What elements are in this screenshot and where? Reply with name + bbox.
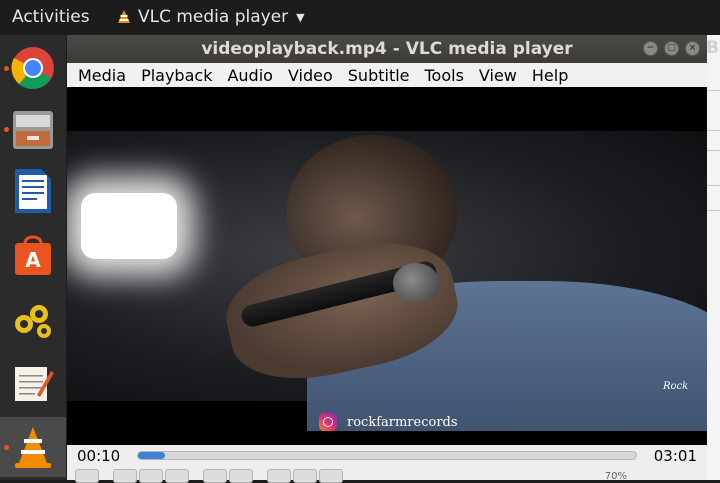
chrome-icon bbox=[11, 47, 54, 89]
menu-audio[interactable]: Audio bbox=[227, 66, 272, 85]
dock-item-writer[interactable] bbox=[0, 161, 66, 221]
microphone-head bbox=[393, 263, 439, 303]
playlist-button[interactable] bbox=[267, 469, 291, 483]
elapsed-time: 00:10 bbox=[77, 447, 121, 465]
volume-level: 70% bbox=[604, 471, 627, 482]
previous-button[interactable] bbox=[113, 469, 137, 483]
background-window bbox=[707, 35, 720, 480]
svg-text:A: A bbox=[25, 248, 41, 272]
top-bar: Activities VLC media player ▼ bbox=[0, 0, 720, 35]
seek-progress bbox=[138, 452, 166, 459]
running-indicator bbox=[4, 126, 9, 132]
divider bbox=[707, 210, 720, 211]
divider bbox=[707, 130, 720, 131]
divider bbox=[707, 150, 720, 151]
menu-media[interactable]: Media bbox=[78, 66, 126, 85]
instagram-handle: rockfarmrecords bbox=[347, 414, 458, 430]
running-indicator bbox=[4, 444, 9, 450]
writer-icon bbox=[15, 169, 51, 213]
maximize-button[interactable]: □ bbox=[664, 41, 679, 56]
dock-item-settings[interactable] bbox=[0, 290, 66, 350]
vlc-cone-icon bbox=[118, 10, 130, 23]
fullscreen-button[interactable] bbox=[203, 469, 227, 483]
menu-subtitle[interactable]: Subtitle bbox=[348, 66, 410, 85]
minimize-button[interactable]: − bbox=[643, 41, 658, 56]
dock-item-chrome[interactable] bbox=[0, 38, 66, 98]
files-icon bbox=[13, 111, 53, 149]
text-editor-icon bbox=[15, 367, 54, 401]
activities-button[interactable]: Activities bbox=[12, 7, 90, 27]
extended-settings-button[interactable] bbox=[229, 469, 253, 483]
running-indicator bbox=[4, 65, 9, 71]
window-titlebar[interactable]: videoplayback.mp4 - VLC media player − □… bbox=[67, 35, 707, 63]
menu-view[interactable]: View bbox=[479, 66, 517, 85]
divider bbox=[707, 185, 720, 186]
window-title: videoplayback.mp4 - VLC media player bbox=[201, 39, 573, 59]
loop-button[interactable] bbox=[293, 469, 317, 483]
instagram-overlay: rockfarmrecords bbox=[319, 413, 458, 431]
vlc-window: videoplayback.mp4 - VLC media player − □… bbox=[67, 35, 707, 480]
menu-bar: Media Playback Audio Video Subtitle Tool… bbox=[67, 63, 707, 87]
settings-icon bbox=[15, 305, 51, 338]
next-button[interactable] bbox=[165, 469, 189, 483]
video-area[interactable]: Rock rockfarmrecords bbox=[67, 87, 707, 480]
shuffle-button[interactable] bbox=[319, 469, 343, 483]
pause-button[interactable] bbox=[75, 469, 99, 483]
app-menu-label: VLC media player bbox=[138, 7, 289, 27]
stop-button[interactable] bbox=[139, 469, 163, 483]
software-center-icon: A bbox=[15, 235, 51, 275]
menu-playback[interactable]: Playback bbox=[141, 66, 212, 85]
stage-light bbox=[81, 193, 177, 259]
video-frame: Rock bbox=[67, 131, 707, 431]
dock-item-vlc[interactable] bbox=[0, 417, 66, 477]
corner-logo: Rock bbox=[663, 381, 689, 392]
divider bbox=[707, 90, 720, 91]
background-window-title: Ba bbox=[706, 38, 720, 58]
total-time: 03:01 bbox=[653, 447, 697, 465]
menu-help[interactable]: Help bbox=[532, 66, 568, 85]
vlc-icon bbox=[15, 427, 51, 468]
instagram-icon bbox=[319, 413, 337, 431]
dock-item-text-editor[interactable] bbox=[0, 353, 66, 413]
dock: A bbox=[0, 35, 66, 480]
playback-controls: 00:10 03:01 70% bbox=[67, 445, 707, 483]
menu-tools[interactable]: Tools bbox=[425, 66, 464, 85]
close-button[interactable]: × bbox=[685, 41, 700, 56]
app-menu[interactable]: VLC media player ▼ bbox=[116, 7, 305, 27]
menu-video[interactable]: Video bbox=[288, 66, 333, 85]
seek-bar[interactable] bbox=[137, 451, 637, 460]
dock-item-software[interactable]: A bbox=[0, 225, 66, 285]
dock-item-files[interactable] bbox=[0, 99, 66, 159]
chevron-down-icon: ▼ bbox=[296, 10, 305, 24]
